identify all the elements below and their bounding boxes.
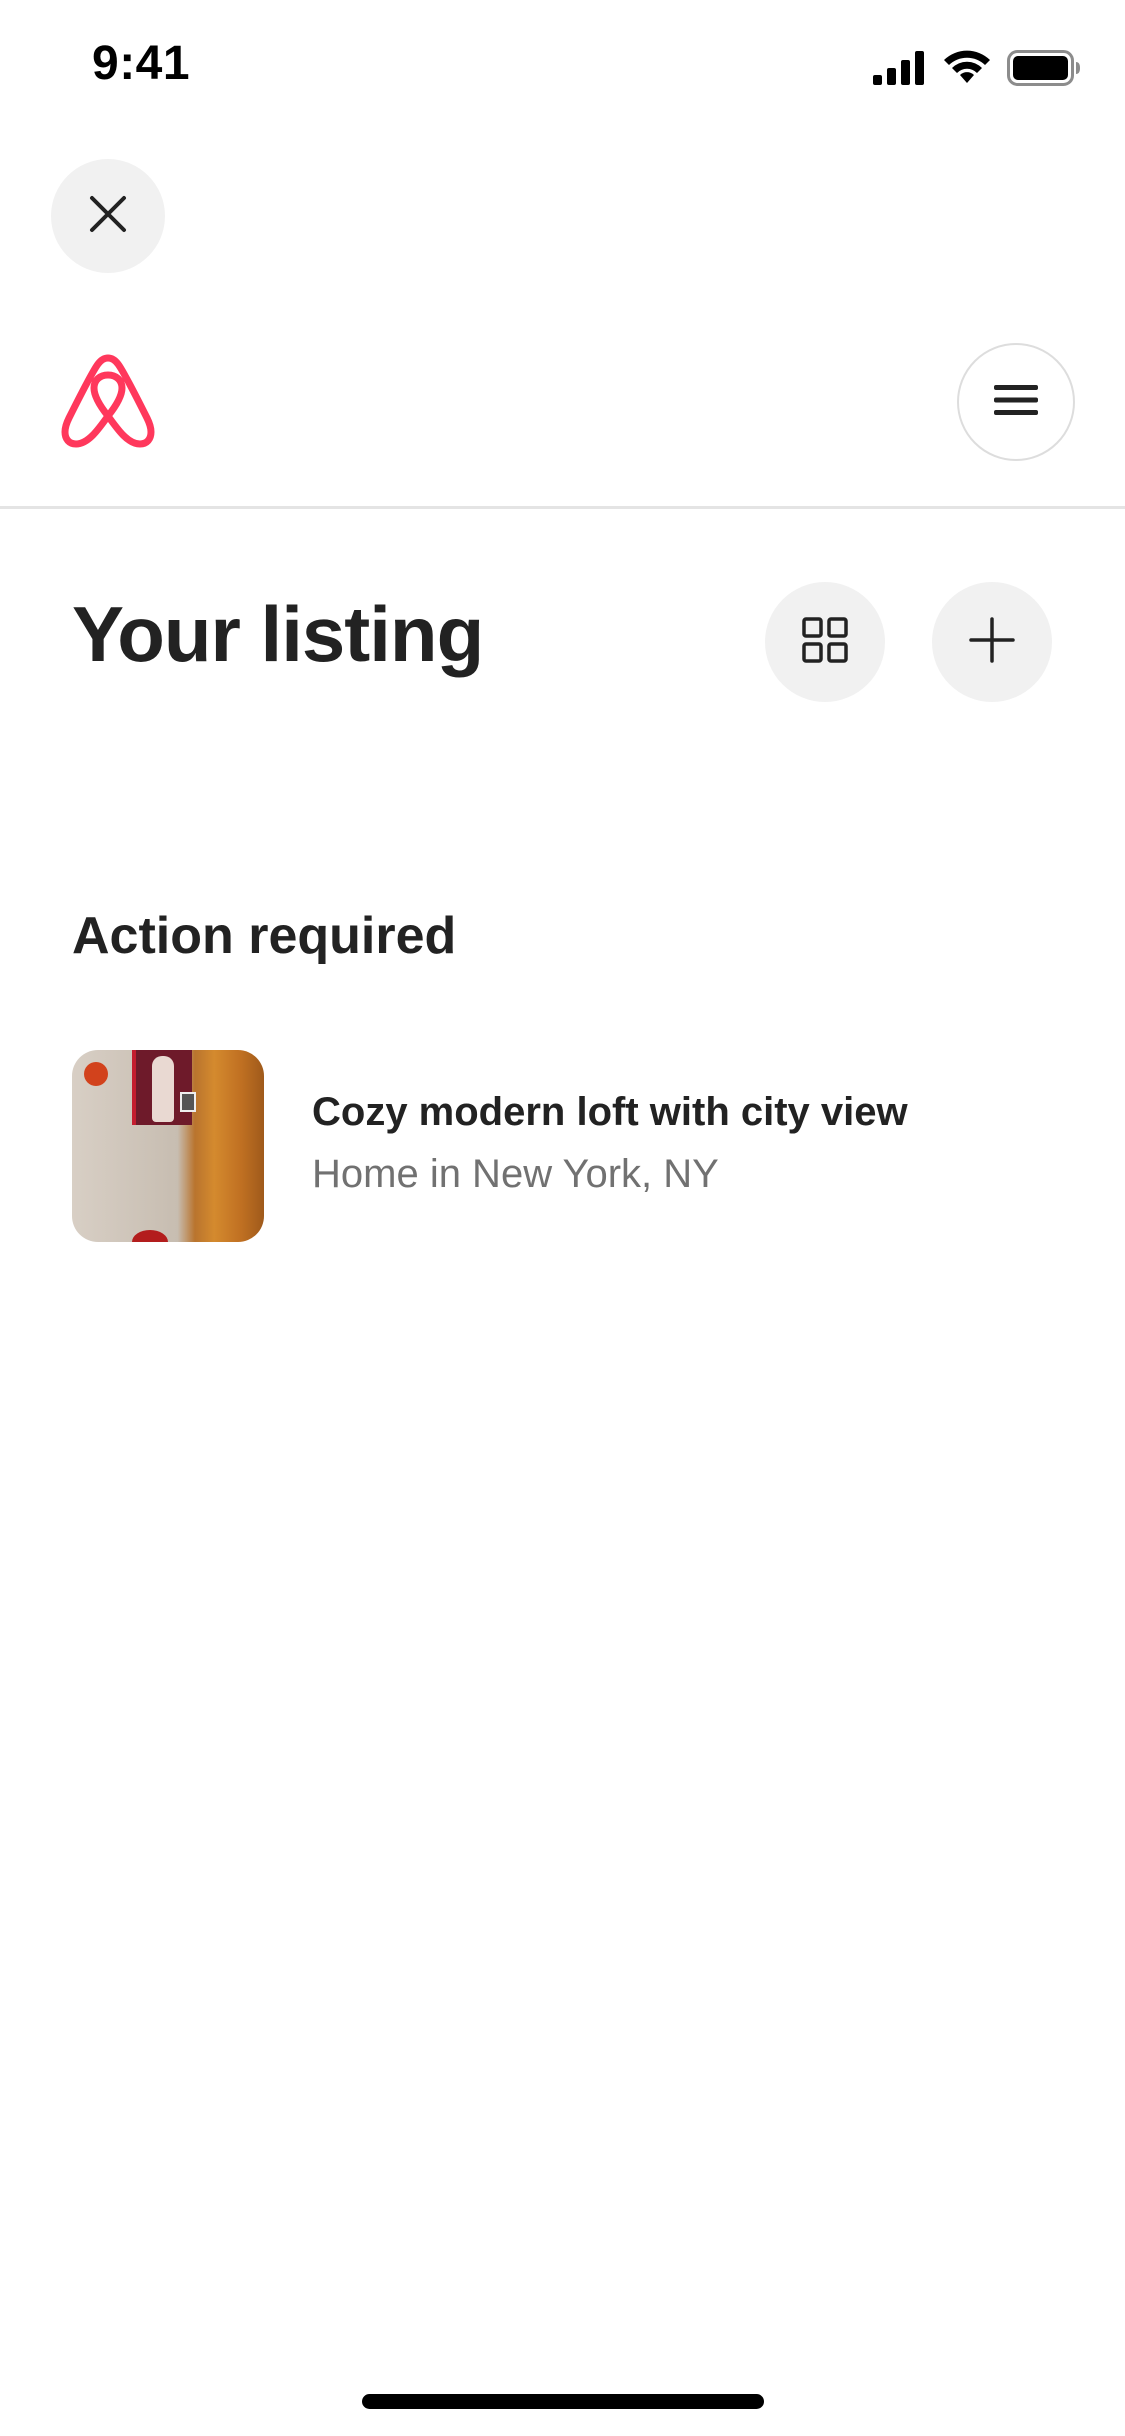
- listing-thumbnail: [72, 1050, 264, 1242]
- listing-item[interactable]: Cozy modern loft with city view Home in …: [72, 1050, 1072, 1242]
- close-icon: [88, 194, 128, 239]
- grid-view-icon: [802, 616, 848, 668]
- listing-subtitle: Home in New York, NY: [312, 1152, 719, 1196]
- airbnb-logo[interactable]: [60, 354, 156, 454]
- thumbnail-cushion: [132, 1230, 168, 1242]
- status-icons: [873, 50, 1081, 91]
- header-divider: [0, 506, 1125, 509]
- home-indicator[interactable]: [362, 2394, 764, 2409]
- battery-icon: [1007, 50, 1081, 91]
- status-time: 9:41: [92, 37, 191, 90]
- status-bar: 9:41: [0, 0, 1125, 132]
- hamburger-menu-icon: [994, 383, 1038, 422]
- grid-view-button[interactable]: [765, 582, 885, 702]
- listing-title: Cozy modern loft with city view: [312, 1090, 908, 1134]
- menu-button[interactable]: [957, 343, 1075, 461]
- cellular-signal-icon: [873, 51, 927, 90]
- plus-icon: [969, 616, 1015, 668]
- thumbnail-frame: [180, 1092, 196, 1112]
- close-button[interactable]: [51, 159, 165, 273]
- page-title: Your listing: [72, 590, 484, 678]
- wifi-icon: [943, 50, 991, 91]
- add-listing-button[interactable]: [932, 582, 1052, 702]
- airbnb-logo-icon: [60, 354, 156, 458]
- thumbnail-poster-figure: [152, 1056, 174, 1122]
- action-required-dot: [84, 1062, 108, 1086]
- section-title-action-required: Action required: [72, 907, 457, 965]
